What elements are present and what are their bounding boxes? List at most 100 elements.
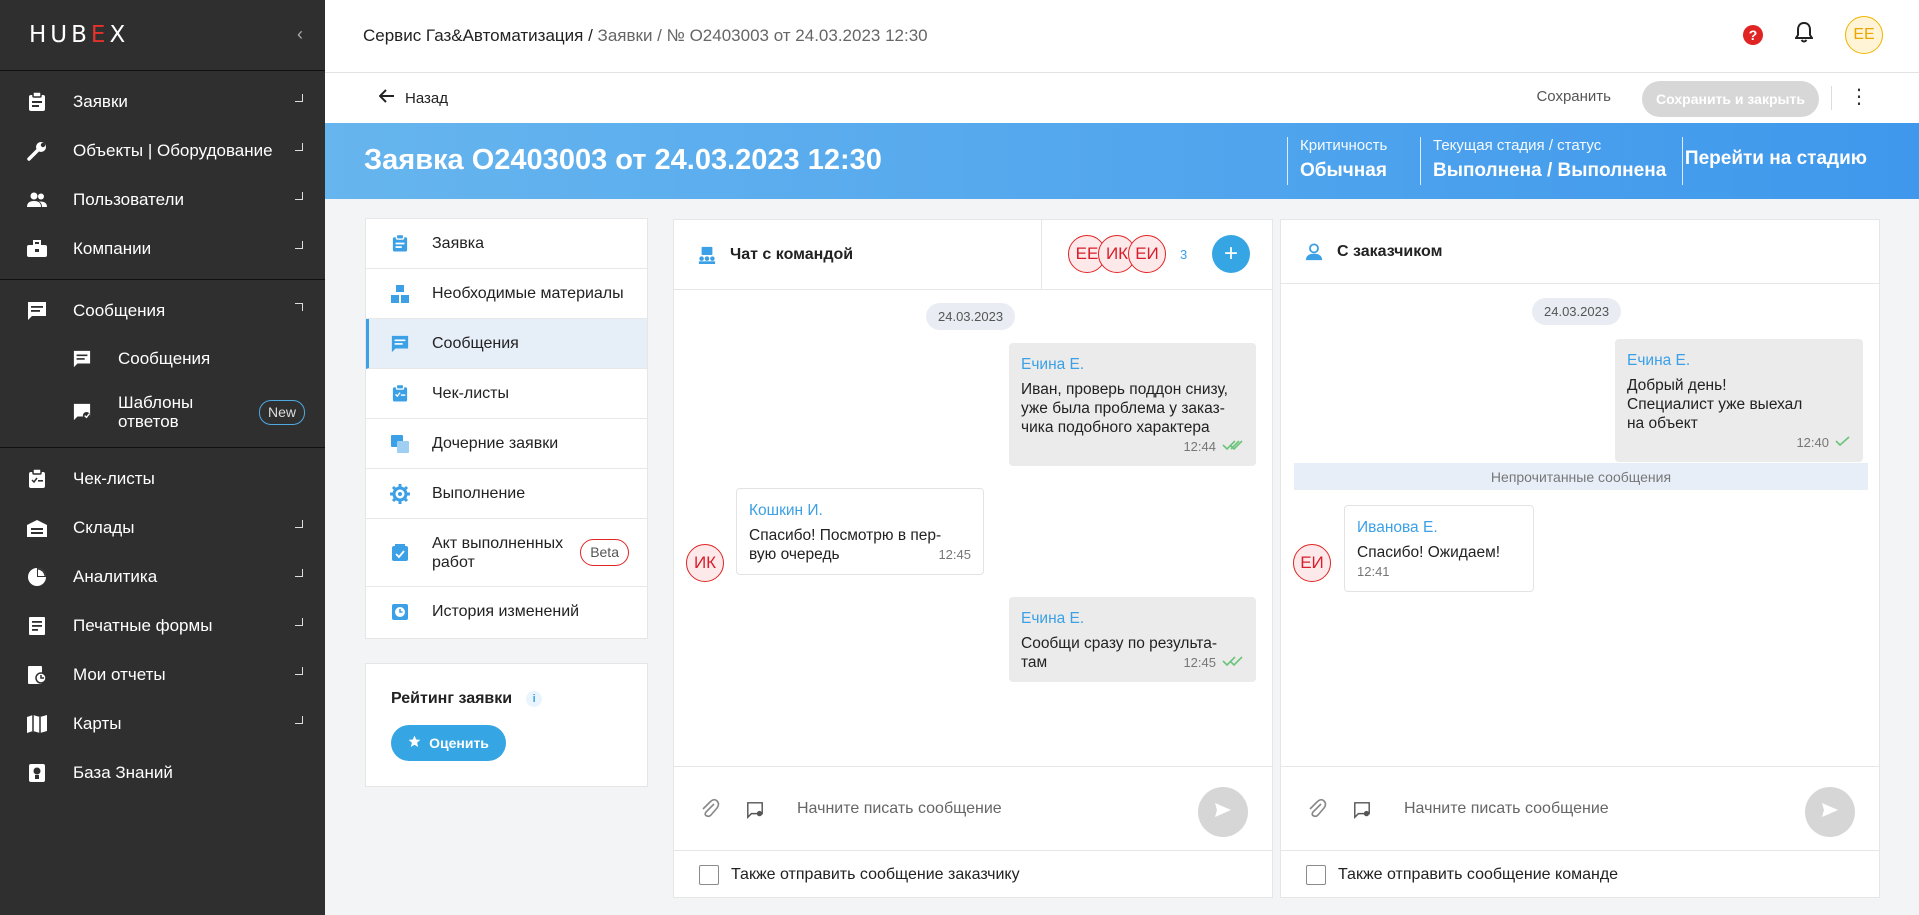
tab-materials[interactable]: Необходимые материалы [366, 269, 647, 319]
sidebar-item-requests[interactable]: Заявки [0, 77, 325, 126]
send-icon [1214, 802, 1232, 823]
sidebar-item-messages[interactable]: Сообщения [0, 286, 325, 335]
checkbox-label: Также отправить сообщение команде [1338, 866, 1619, 883]
tab-label: Выполнение [432, 484, 526, 502]
template-icon[interactable] [1353, 801, 1371, 824]
chevron-down-icon [295, 241, 303, 249]
message-text: Спасибо! Ожидаем! [1357, 544, 1501, 561]
sidebar-item-label: Заявки [73, 91, 128, 111]
client-chat-title: С заказчиком [1337, 242, 1443, 260]
user-icon [1305, 242, 1323, 261]
message-icon [27, 301, 47, 321]
send-to-client-checkbox-row[interactable]: Также отправить сообщение заказчику [699, 865, 1020, 885]
message-bubble: Ечина Е. Добрый день! Специалист уже вые… [1615, 339, 1863, 462]
rate-button[interactable]: Оценить [391, 725, 506, 761]
knowledge-icon [27, 763, 47, 783]
act-icon [390, 543, 410, 563]
sidebar-item-my-reports[interactable]: Мои отчеты [0, 650, 325, 699]
users-icon [27, 190, 47, 210]
logo[interactable]: HUBEX [29, 22, 129, 48]
arrow-left-icon [378, 89, 395, 107]
tab-execution[interactable]: Выполнение [366, 469, 647, 519]
send-to-team-checkbox-row[interactable]: Также отправить сообщение команде [1306, 865, 1618, 885]
chevron-down-icon [295, 618, 303, 626]
checkbox[interactable] [699, 865, 719, 885]
sidebar: HUBEX ‹ Заявки Объекты | Оборудование По… [0, 0, 325, 915]
warehouse-icon [27, 518, 47, 538]
chevron-left-icon[interactable]: ‹ [297, 24, 303, 45]
sidebar-item-objects[interactable]: Объекты | Оборудование [0, 126, 325, 175]
sidebar-item-checklists[interactable]: Чек-листы [0, 454, 325, 503]
template-icon[interactable] [746, 801, 764, 824]
bell-icon[interactable] [1794, 21, 1814, 48]
top-bar: Сервис Газ&Автоматизация / Заявки / № О2… [325, 0, 1919, 73]
save-close-button[interactable]: Сохранить и закрыть [1642, 81, 1819, 117]
reports-icon [27, 665, 47, 685]
message-input[interactable]: Начните писать сообщение [1404, 800, 1609, 818]
message-row: Спасибо! Ожидаем! 12:41 [1357, 543, 1521, 581]
gear-icon [390, 483, 410, 504]
sidebar-item-label: Печатные формы [73, 615, 213, 635]
message-composer: Начните писать сообщение [1281, 766, 1879, 851]
sidebar-item-warehouses[interactable]: Склады [0, 503, 325, 552]
message-time: 12:41 [1357, 564, 1390, 579]
sidebar-subitem-messages[interactable]: Сообщения [0, 335, 325, 383]
message-time: 12:44 [1021, 437, 1244, 456]
message-input[interactable]: Начните писать сообщение [797, 800, 1002, 818]
message-author: Ечина Е. [1627, 352, 1691, 369]
sidebar-item-label: Чек-листы [73, 468, 155, 488]
breadcrumb-path[interactable]: Заявки / № О2403003 от 24.03.2023 12:30 [593, 26, 928, 45]
chevron-down-icon [295, 143, 303, 151]
info-icon[interactable]: i [526, 691, 543, 707]
chevron-down-icon [295, 667, 303, 675]
paperclip-icon[interactable] [700, 798, 720, 825]
sidebar-item-users[interactable]: Пользователи [0, 175, 325, 224]
tab-messages[interactable]: Сообщения [366, 319, 647, 369]
date-separator: 24.03.2023 [1532, 298, 1622, 325]
tab-request[interactable]: Заявка [366, 219, 647, 269]
sidebar-item-print-forms[interactable]: Печатные формы [0, 601, 325, 650]
back-button[interactable]: Назад [378, 89, 448, 107]
paperclip-icon[interactable] [1307, 798, 1327, 825]
materials-icon [390, 284, 410, 304]
avatar[interactable]: ЕИ [1293, 544, 1331, 582]
tab-checklists[interactable]: Чек-листы [366, 369, 647, 419]
divider [1682, 137, 1683, 185]
back-label: Назад [405, 89, 448, 107]
checkbox[interactable] [1306, 865, 1326, 885]
tab-work-act[interactable]: Акт выполненных работ Beta [366, 519, 647, 587]
tab-history[interactable]: История изменений [366, 587, 647, 637]
sidebar-item-label: Мои отчеты [73, 664, 166, 684]
team-chat-title: Чат с командой [730, 245, 854, 263]
avatar[interactable]: ЕЕ [1845, 16, 1883, 54]
template-icon [72, 402, 92, 422]
go-to-stage-button[interactable]: Перейти на стадию [1685, 148, 1867, 170]
save-button[interactable]: Сохранить [1536, 88, 1611, 105]
sidebar-item-knowledge-base[interactable]: База Знаний [0, 748, 325, 797]
add-member-button[interactable]: + [1212, 235, 1250, 273]
request-banner: Заявка О2403003 от 24.03.2023 12:30 Крит… [325, 123, 1919, 199]
member-count: 3 [1180, 247, 1188, 262]
message-time: 12:40 [1627, 433, 1851, 452]
sidebar-item-label: Пользователи [73, 189, 184, 209]
page-title: Заявка О2403003 от 24.03.2023 12:30 [364, 144, 882, 176]
sidebar-item-maps[interactable]: Карты [0, 699, 325, 748]
help-icon[interactable]: ? [1743, 25, 1763, 45]
rate-label: Оценить [429, 735, 489, 751]
sidebar-item-companies[interactable]: Компании [0, 224, 325, 273]
sidebar-subitem-templates[interactable]: Шаблоны ответов New [0, 383, 325, 441]
team-members[interactable]: ЕЕ ИК ЕИ [1068, 235, 1166, 273]
unread-separator: Непрочитанные сообщения [1294, 463, 1868, 490]
send-button[interactable] [1805, 787, 1855, 837]
avatar[interactable]: ИК [686, 544, 724, 582]
sidebar-item-analytics[interactable]: Аналитика [0, 552, 325, 601]
message-text: Иван, проверь поддон снизу, уже была про… [1021, 381, 1228, 436]
send-button[interactable] [1198, 787, 1248, 837]
team-chat-panel: Чат с командой ЕЕ ИК ЕИ 3 + 24.03.2023 Е… [673, 219, 1273, 898]
check-icon [1835, 433, 1851, 452]
breadcrumb-root[interactable]: Сервис Газ&Автоматизация / [363, 26, 593, 45]
sidebar-item-label: Объекты | Оборудование [73, 140, 273, 160]
more-menu-icon[interactable]: ⋮ [1849, 87, 1869, 107]
history-icon [390, 602, 410, 622]
tab-child-requests[interactable]: Дочерние заявки [366, 419, 647, 469]
